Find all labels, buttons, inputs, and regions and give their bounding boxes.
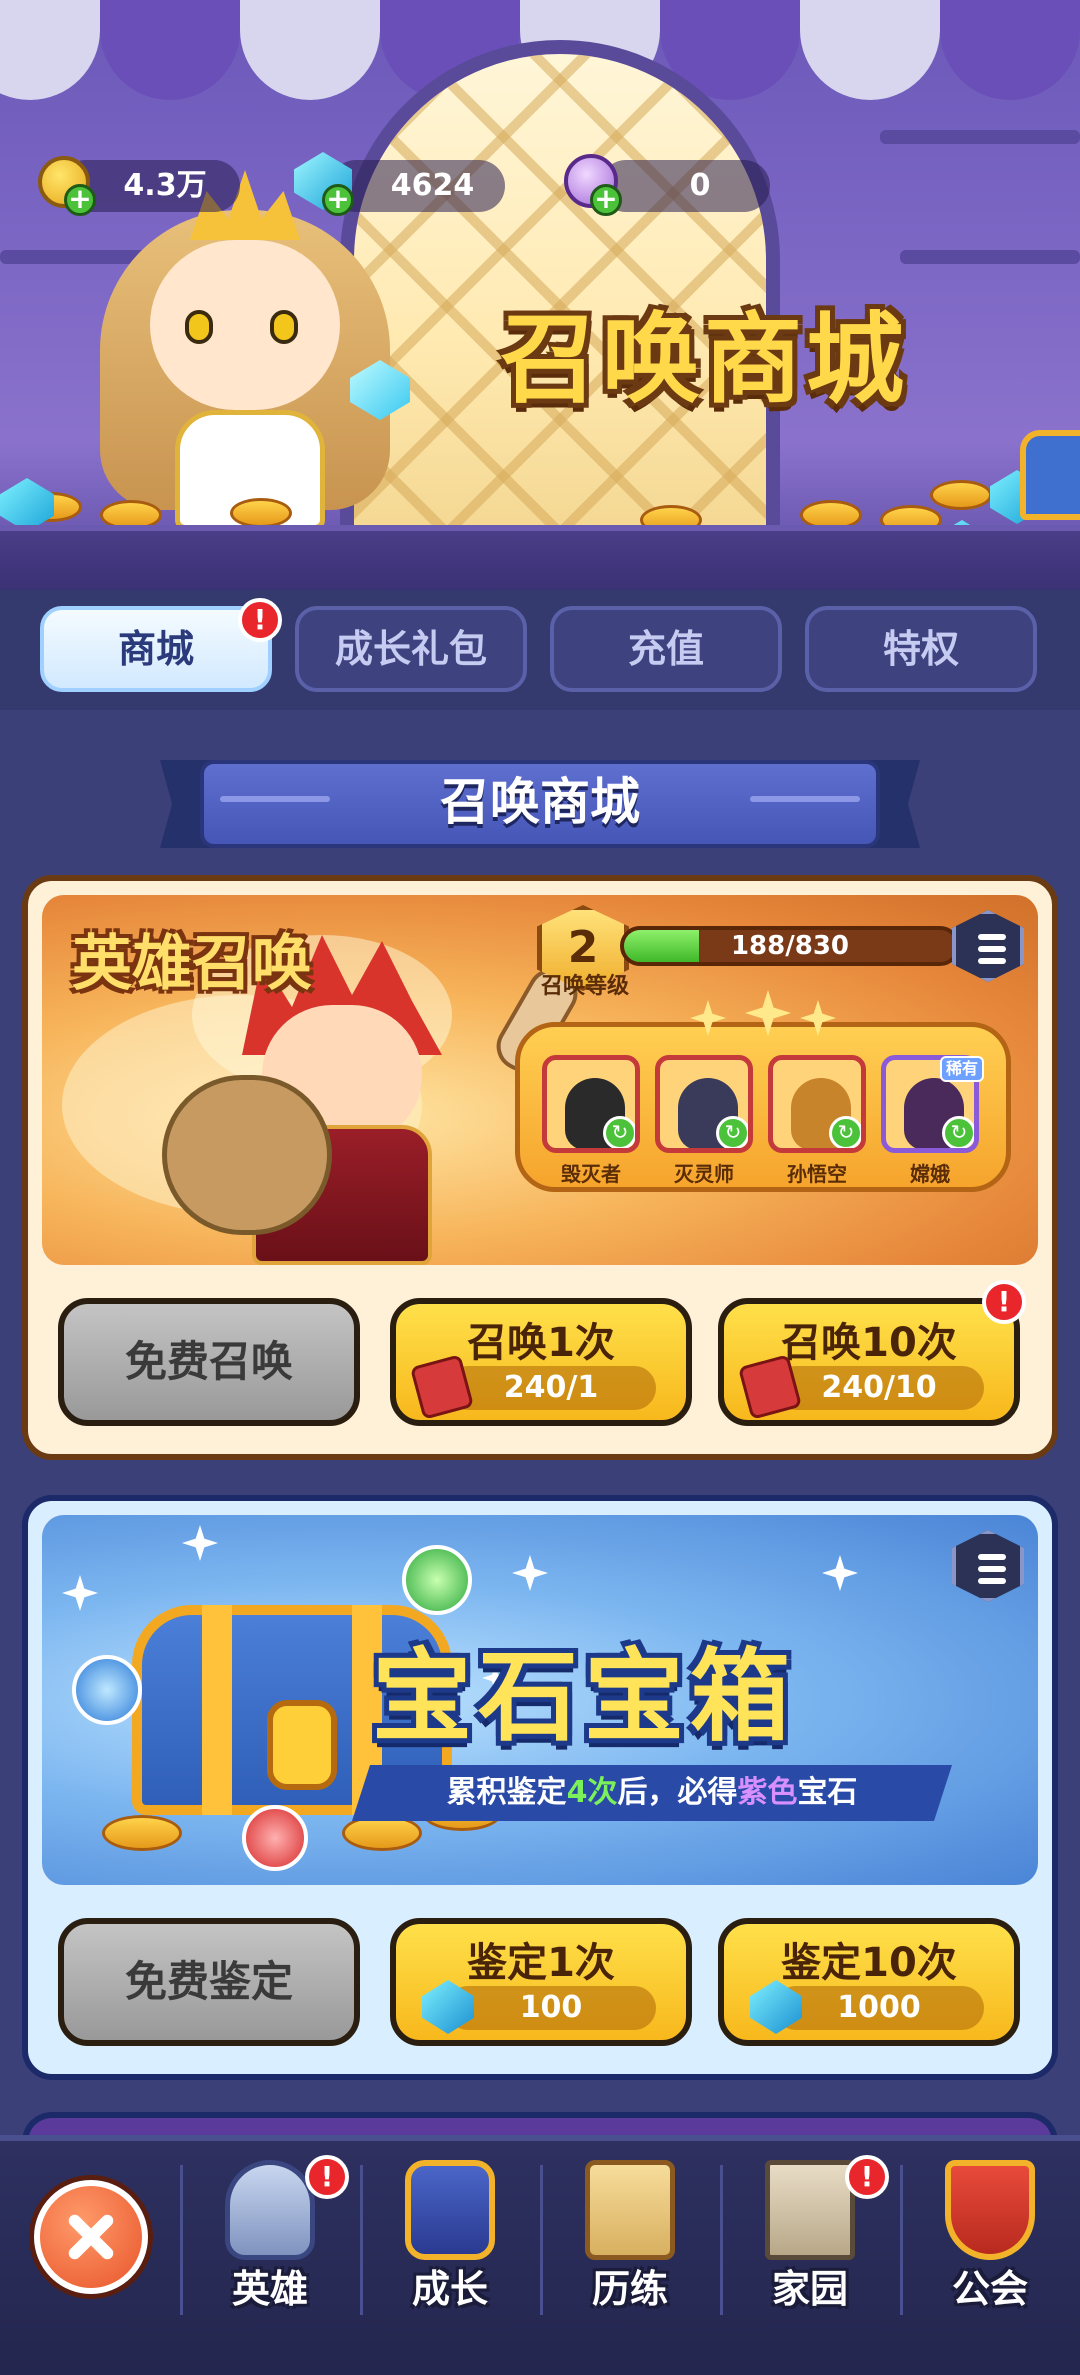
appraise-once-button[interactable]: 鉴定1次 100: [390, 1918, 692, 2046]
nav-guild[interactable]: 公会: [915, 2160, 1065, 2350]
summon-xp-text: 188/830: [730, 931, 850, 961]
appraise-ten-button[interactable]: 鉴定10次 1000: [718, 1918, 1020, 2046]
add-gold-icon[interactable]: +: [64, 184, 96, 216]
shop-counter: [0, 525, 1080, 590]
nav-guild-label: 公会: [951, 2267, 1028, 2311]
nav-hero-label: 英雄: [231, 2267, 308, 2311]
appraise-ten-label: 鉴定10次: [781, 1940, 957, 1986]
summon-ten-cost: 240/10: [774, 1366, 984, 1410]
gem-chest-title: 宝石宝箱: [372, 1638, 796, 1755]
treasure-chest-decoration: [1020, 430, 1080, 520]
appraise-once-cost: 100: [446, 1986, 656, 2030]
free-summon-label: 免费召唤: [124, 1337, 293, 1386]
rarity-tag: 稀有: [940, 1056, 984, 1082]
guild-banner-icon: [945, 2160, 1035, 2260]
growth-book-icon: [405, 2160, 495, 2260]
featured-hero-name: 灭灵师: [674, 1162, 734, 1186]
tab-recharge[interactable]: 充值: [550, 606, 782, 692]
appraise-ten-cost: 1000: [774, 1986, 984, 2030]
add-crystal-icon[interactable]: +: [590, 184, 622, 216]
featured-hero-slot[interactable]: ↻: [768, 1055, 866, 1153]
nav-home-label: 家园: [771, 2267, 848, 2311]
appraise-once-label: 鉴定1次: [467, 1940, 615, 1986]
section-title-ribbon: 召唤商城: [160, 760, 920, 848]
diamond-icon[interactable]: +: [292, 150, 358, 216]
nav-home-alert-badge: !: [845, 2155, 889, 2199]
featured-hero-name: 嫦娥: [910, 1162, 950, 1186]
free-appraise-label: 免费鉴定: [124, 1957, 293, 2006]
goddess-character-illustration: [80, 170, 410, 530]
featured-hero-slot[interactable]: ↻: [655, 1055, 753, 1153]
gem-chest-subtitle: 累积鉴定4次后，必得紫色宝石: [352, 1765, 952, 1821]
tab-privilege[interactable]: 特权: [805, 606, 1037, 692]
summon-once-button[interactable]: 召唤1次 240/1: [390, 1298, 692, 1426]
featured-hero-name: 孙悟空: [787, 1162, 847, 1186]
summon-level-label: 召唤等级: [540, 974, 629, 999]
scroll-map-icon: [585, 2160, 675, 2260]
nav-hero-alert-badge: !: [305, 2155, 349, 2199]
summon-ten-button[interactable]: 召唤10次 240/10: [718, 1298, 1020, 1426]
shop-banner: 召唤商城: [0, 0, 1080, 590]
summon-once-cost: 240/1: [446, 1366, 656, 1410]
add-diamond-icon[interactable]: +: [322, 184, 354, 216]
nav-training-label: 历练: [591, 2267, 668, 2311]
swap-hero-icon[interactable]: ↻: [829, 1116, 861, 1148]
banner-title: 召唤商城: [500, 303, 909, 417]
knight-helmet-icon: [225, 2160, 315, 2260]
tab-shop-alert-badge: !: [238, 598, 282, 642]
close-icon[interactable]: [34, 2180, 148, 2294]
free-appraise-button[interactable]: 免费鉴定: [58, 1918, 360, 2046]
gold-coin-icon[interactable]: +: [34, 150, 100, 216]
free-summon-button[interactable]: 免费召唤: [58, 1298, 360, 1426]
featured-hero-name: 毁灭者: [561, 1162, 621, 1186]
nav-growth[interactable]: 成长: [375, 2160, 525, 2350]
swap-hero-icon[interactable]: ↻: [942, 1116, 974, 1148]
swap-hero-icon[interactable]: ↻: [603, 1116, 635, 1148]
hero-summon-title: 英雄召唤: [72, 929, 312, 999]
nav-growth-label: 成长: [411, 2267, 488, 2311]
swap-hero-icon[interactable]: ↻: [716, 1116, 748, 1148]
nav-training[interactable]: 历练: [555, 2160, 705, 2350]
featured-hero-slot[interactable]: ↻: [542, 1055, 640, 1153]
section-title: 召唤商城: [440, 773, 640, 831]
gem-chest-artwork: 宝石宝箱 累积鉴定4次后，必得紫色宝石: [42, 1515, 1038, 1885]
purple-crystal-icon[interactable]: +: [560, 150, 626, 216]
castle-tower-icon: [765, 2160, 855, 2260]
tab-growth-pack[interactable]: 成长礼包: [295, 606, 527, 692]
summon-ten-alert-badge: !: [982, 1280, 1026, 1324]
